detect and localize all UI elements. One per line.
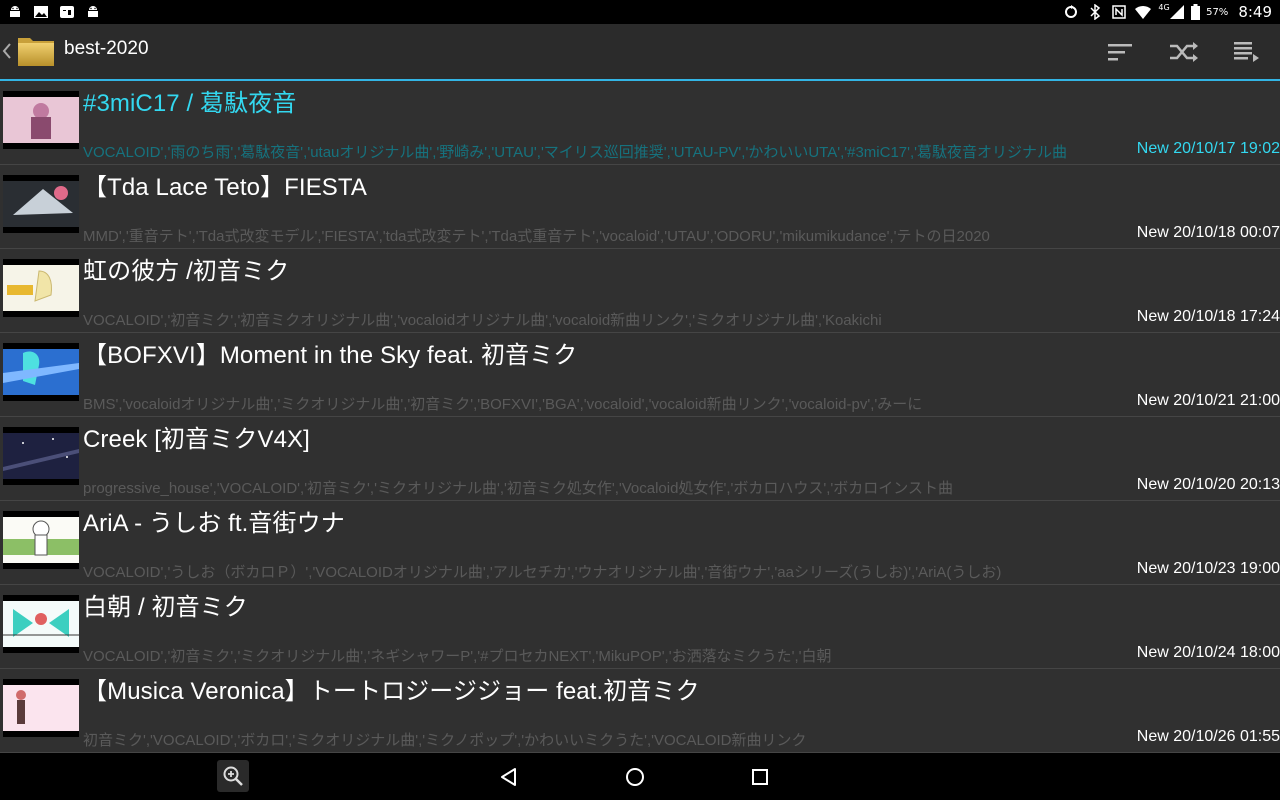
item-date: New 20/10/17 19:02 (1136, 140, 1280, 157)
sync-icon (1062, 3, 1080, 21)
item-date: New 20/10/26 01:55 (1136, 728, 1280, 745)
item-title: Creek [初音ミクV4X] (83, 426, 310, 453)
item-title: 【Musica Veronica】トートロジージジョー feat.初音ミク (83, 678, 700, 705)
item-tags: MMD','重音テト','Tda式改変モデル','FIESTA','tda式改変… (83, 228, 990, 245)
item-tags: VOCALOID','うしお（ボカロＰ）','VOCALOIDオリジナル曲','… (83, 564, 1002, 581)
item-title: 白朝 / 初音ミク (83, 594, 248, 621)
back-icon[interactable] (493, 761, 525, 793)
recents-icon[interactable] (744, 761, 776, 793)
list-item[interactable]: 【Tda Lace Teto】FIESTA MMD','重音テト','Tda式改… (0, 165, 1280, 249)
item-tags: 初音ミク','VOCALOID','ボカロ','ミクオリジナル曲','ミクノポッ… (83, 732, 807, 749)
page-title: best-2020 (64, 38, 149, 59)
item-date: New 20/10/18 17:24 (1136, 308, 1280, 325)
system-icons: 4G 57% 8:49 (1062, 3, 1272, 21)
wifi-icon (1134, 3, 1152, 21)
item-title: 虹の彼方 /初音ミク (83, 258, 290, 285)
item-tags: BMS','vocaloidオリジナル曲','ミクオリジナル曲','初音ミク',… (83, 396, 923, 413)
list-item[interactable]: 【Musica Veronica】トートロジージジョー feat.初音ミク 初音… (0, 669, 1280, 753)
android-icon (84, 3, 102, 21)
thumbnail (3, 427, 79, 485)
item-title: 【BOFXVI】Moment in the Sky feat. 初音ミク (83, 342, 578, 369)
item-tags: progressive_house','VOCALOID','初音ミク','ミク… (83, 480, 953, 497)
item-tags: VOCALOID','初音ミク','ミクオリジナル曲','ネギシャワーP','#… (83, 648, 832, 665)
list-item[interactable]: 虹の彼方 /初音ミク VOCALOID','初音ミク','初音ミクオリジナル曲'… (0, 249, 1280, 333)
list-item[interactable]: Creek [初音ミクV4X] progressive_house','VOCA… (0, 417, 1280, 501)
chevron-left-icon[interactable] (2, 41, 12, 61)
thumbnail (3, 175, 79, 233)
item-tags: VOCALOID','雨のち雨','葛駄夜音','utauオリジナル曲','野崎… (83, 144, 1068, 161)
android-icon (6, 3, 24, 21)
bluetooth-icon (1086, 3, 1104, 21)
video-list: #3miC17 / 葛駄夜音 VOCALOID','雨のち雨','葛駄夜音','… (0, 81, 1280, 753)
item-title: 【Tda Lace Teto】FIESTA (83, 174, 367, 201)
thumbnail (3, 595, 79, 653)
item-date: New 20/10/20 20:13 (1136, 476, 1280, 493)
battery-icon (1190, 3, 1200, 21)
nfc-icon (1110, 3, 1128, 21)
home-icon[interactable] (619, 761, 651, 793)
item-title: #3miC17 / 葛駄夜音 (83, 90, 297, 117)
item-date: New 20/10/23 19:00 (1136, 560, 1280, 577)
item-date: New 20/10/21 21:00 (1136, 392, 1280, 409)
thumbnail (3, 679, 79, 737)
image-icon (32, 3, 50, 21)
item-date: New 20/10/24 18:00 (1136, 644, 1280, 661)
status-bar: 4G 57% 8:49 (0, 0, 1280, 24)
thumbnail (3, 511, 79, 569)
playlist-icon[interactable] (1230, 36, 1262, 68)
notification-icons (6, 3, 102, 21)
battery-percentage: 57% (1206, 6, 1229, 18)
list-item[interactable]: 白朝 / 初音ミク VOCALOID','初音ミク','ミクオリジナル曲','ネ… (0, 585, 1280, 669)
list-item[interactable]: #3miC17 / 葛駄夜音 VOCALOID','雨のち雨','葛駄夜音','… (0, 81, 1280, 165)
item-date: New 20/10/18 00:07 (1136, 224, 1280, 241)
navigation-bar (0, 753, 1280, 800)
thumbnail (3, 343, 79, 401)
item-tags: VOCALOID','初音ミク','初音ミクオリジナル曲','vocaloidオ… (83, 312, 882, 329)
shuffle-icon[interactable] (1168, 36, 1200, 68)
thumbnail (3, 259, 79, 317)
sort-icon[interactable] (1104, 36, 1136, 68)
thumbnail (3, 91, 79, 149)
folder-icon[interactable] (16, 34, 56, 68)
list-item[interactable]: 【BOFXVI】Moment in the Sky feat. 初音ミク BMS… (0, 333, 1280, 417)
list-item[interactable]: AriA - うしお ft.音街ウナ VOCALOID','うしお（ボカロＰ）'… (0, 501, 1280, 585)
network-type: 4G (1158, 2, 1170, 12)
youtube-icon (58, 3, 76, 21)
zoom-in-icon[interactable] (217, 760, 249, 792)
item-title: AriA - うしお ft.音街ウナ (83, 510, 345, 537)
clock: 8:49 (1238, 3, 1272, 21)
signal-4g-icon: 4G (1158, 3, 1184, 21)
action-bar: best-2020 (0, 24, 1280, 81)
